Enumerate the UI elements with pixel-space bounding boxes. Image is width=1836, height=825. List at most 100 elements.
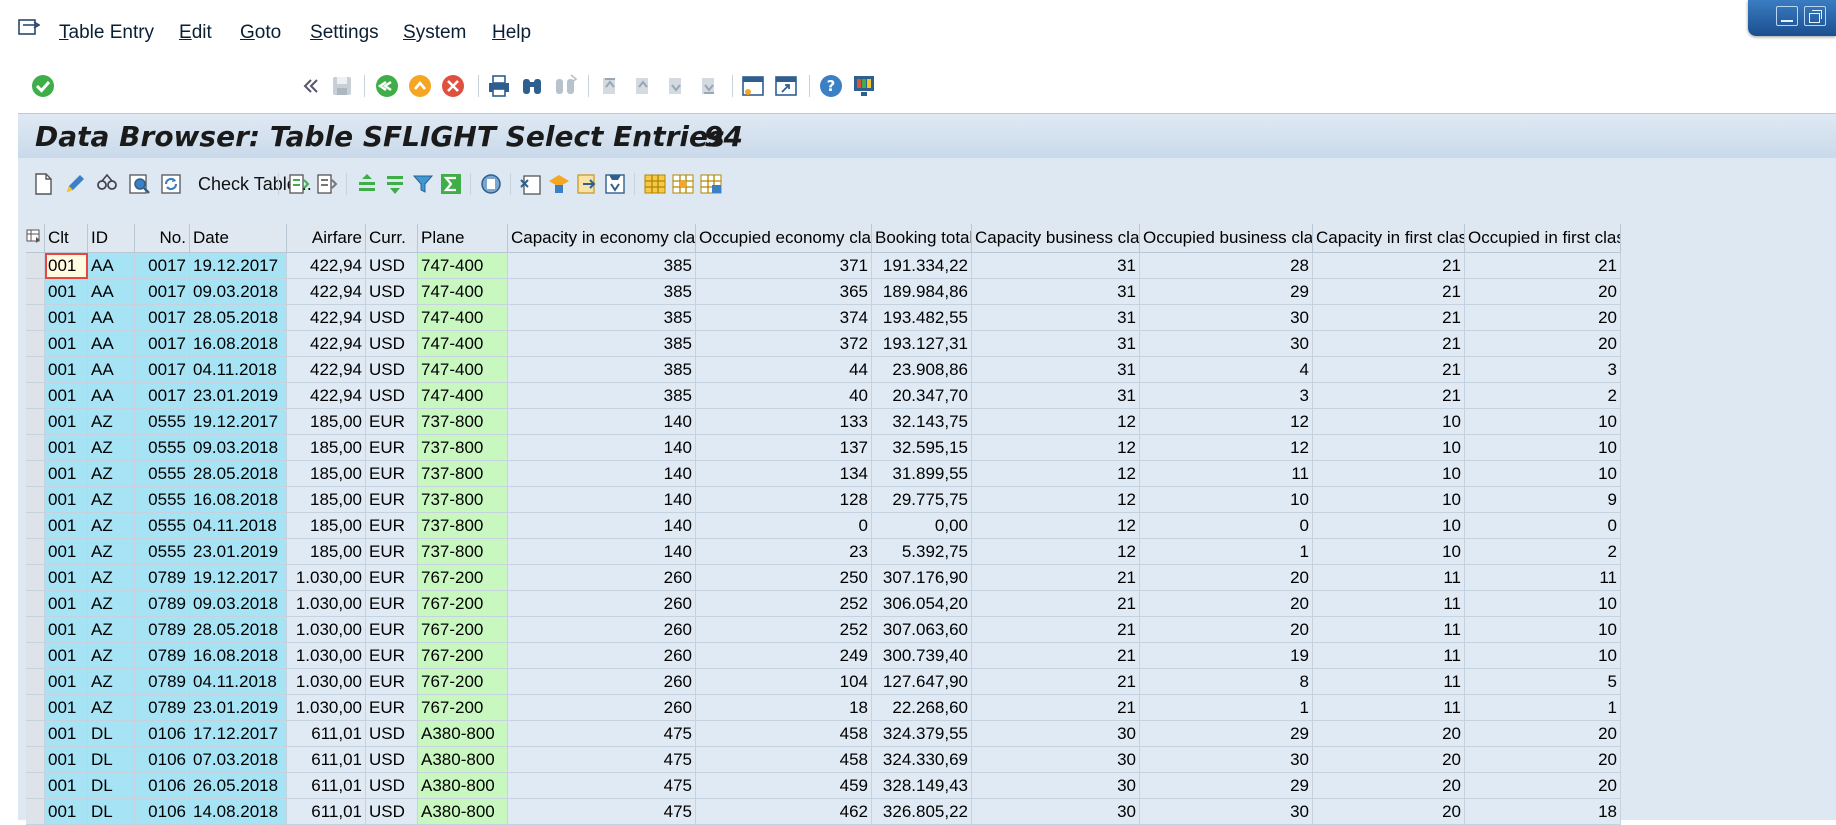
cell-occupied-economy-class[interactable]: 40 [695, 382, 872, 409]
total-icon[interactable] [438, 171, 464, 197]
row-selector[interactable] [26, 330, 45, 357]
cell-no[interactable]: 0789 [134, 642, 190, 669]
cell-curr[interactable]: EUR [365, 616, 418, 643]
menu-goto[interactable]: Goto [240, 22, 281, 44]
cell-plane[interactable]: 767-200 [417, 642, 508, 669]
cell-capacity-business-class[interactable]: 21 [971, 616, 1140, 643]
cell-curr[interactable]: EUR [365, 512, 418, 539]
mail-recipient-icon[interactable] [546, 171, 572, 197]
cell-id[interactable]: AZ [87, 564, 135, 591]
cell-id[interactable]: AZ [87, 512, 135, 539]
cell-capacity-in-economy-class[interactable]: 475 [507, 798, 696, 825]
cell-capacity-business-class[interactable]: 31 [971, 382, 1140, 409]
cell-plane[interactable]: 737-800 [417, 408, 508, 435]
cell-no[interactable]: 0106 [134, 746, 190, 773]
cell-occupied-business-class[interactable]: 29 [1139, 278, 1313, 305]
cell-plane[interactable]: 737-800 [417, 434, 508, 461]
cell-id[interactable]: AZ [87, 538, 135, 565]
cell-capacity-in-first-class[interactable]: 21 [1312, 356, 1465, 383]
cell-airfare[interactable]: 1.030,00 [286, 564, 366, 591]
cell-booking-total[interactable]: 22.268,60 [871, 694, 972, 721]
cell-no[interactable]: 0106 [134, 772, 190, 799]
cell-occupied-in-first-class[interactable]: 9 [1464, 486, 1621, 513]
menu-edit[interactable]: Edit [179, 22, 212, 44]
cell-occupied-business-class[interactable]: 29 [1139, 772, 1313, 799]
column-header-capacity-business-class[interactable]: Capacity business class [971, 224, 1140, 253]
cell-capacity-in-first-class[interactable]: 10 [1312, 460, 1465, 487]
menu-system[interactable]: System [403, 22, 466, 44]
cell-occupied-business-class[interactable]: 10 [1139, 486, 1313, 513]
column-header-clt[interactable]: Clt [44, 224, 88, 253]
cell-date[interactable]: 07.03.2018 [189, 746, 287, 773]
cell-capacity-business-class[interactable]: 21 [971, 642, 1140, 669]
cell-date[interactable]: 19.12.2017 [189, 252, 287, 279]
sort-down-icon[interactable] [382, 171, 408, 197]
next-page-icon[interactable] [662, 73, 688, 99]
cell-occupied-economy-class[interactable]: 250 [695, 564, 872, 591]
cell-occupied-in-first-class[interactable]: 20 [1464, 746, 1621, 773]
row-selector[interactable] [26, 720, 45, 747]
row-selector[interactable] [26, 746, 45, 773]
cell-occupied-business-class[interactable]: 12 [1139, 434, 1313, 461]
cell-occupied-in-first-class[interactable]: 2 [1464, 538, 1621, 565]
cell-plane[interactable]: A380-800 [417, 746, 508, 773]
column-header-booking-total[interactable]: Booking total [871, 224, 972, 253]
cell-date[interactable]: 16.08.2018 [189, 486, 287, 513]
row-selector[interactable] [26, 590, 45, 617]
cell-occupied-economy-class[interactable]: 252 [695, 616, 872, 643]
cell-plane[interactable]: 747-400 [417, 382, 508, 409]
cell-plane[interactable]: 747-400 [417, 330, 508, 357]
cell-plane[interactable]: 747-400 [417, 304, 508, 331]
cell-booking-total[interactable]: 193.127,31 [871, 330, 972, 357]
cell-id[interactable]: AA [87, 356, 135, 383]
cell-clt[interactable]: 001 [44, 642, 88, 669]
cell-capacity-business-class[interactable]: 12 [971, 512, 1140, 539]
cell-date[interactable]: 04.11.2018 [189, 668, 287, 695]
cell-id[interactable]: AA [87, 278, 135, 305]
cell-clt[interactable]: 001 [44, 694, 88, 721]
cell-date[interactable]: 19.12.2017 [189, 408, 287, 435]
cell-curr[interactable]: USD [365, 278, 418, 305]
row-selector[interactable] [26, 434, 45, 461]
cell-capacity-in-economy-class[interactable]: 140 [507, 434, 696, 461]
cell-capacity-business-class[interactable]: 31 [971, 356, 1140, 383]
cell-occupied-in-first-class[interactable]: 10 [1464, 616, 1621, 643]
cell-occupied-in-first-class[interactable]: 20 [1464, 278, 1621, 305]
cell-plane[interactable]: 737-800 [417, 460, 508, 487]
sort-ascending-icon[interactable] [286, 171, 312, 197]
cell-curr[interactable]: USD [365, 252, 418, 279]
cell-date[interactable]: 23.01.2019 [189, 538, 287, 565]
cell-capacity-in-economy-class[interactable]: 140 [507, 512, 696, 539]
cell-curr[interactable]: EUR [365, 642, 418, 669]
row-selector[interactable] [26, 538, 45, 565]
cell-clt[interactable]: 001 [44, 408, 88, 435]
cell-no[interactable]: 0555 [134, 538, 190, 565]
restore-icon[interactable] [1804, 6, 1826, 26]
cell-clt[interactable]: 001 [44, 564, 88, 591]
cell-airfare[interactable]: 422,94 [286, 252, 366, 279]
cell-date[interactable]: 16.08.2018 [189, 330, 287, 357]
cell-capacity-in-economy-class[interactable]: 140 [507, 538, 696, 565]
cell-capacity-business-class[interactable]: 30 [971, 772, 1140, 799]
cell-capacity-business-class[interactable]: 30 [971, 798, 1140, 825]
cell-clt[interactable]: 001 [44, 434, 88, 461]
cell-occupied-business-class[interactable]: 30 [1139, 798, 1313, 825]
shortcut-icon[interactable] [773, 73, 799, 99]
cell-capacity-in-first-class[interactable]: 11 [1312, 564, 1465, 591]
cell-curr[interactable]: EUR [365, 486, 418, 513]
cell-no[interactable]: 0106 [134, 798, 190, 825]
minimize-icon[interactable] [1776, 6, 1798, 26]
cell-clt[interactable]: 001 [44, 512, 88, 539]
cell-no[interactable]: 0789 [134, 694, 190, 721]
row-selector[interactable] [26, 772, 45, 799]
cell-curr[interactable]: USD [365, 382, 418, 409]
cell-occupied-business-class[interactable]: 8 [1139, 668, 1313, 695]
cell-booking-total[interactable]: 29.775,75 [871, 486, 972, 513]
cell-clt[interactable]: 001 [44, 668, 88, 695]
exit-icon[interactable] [407, 73, 433, 99]
cell-curr[interactable]: USD [365, 798, 418, 825]
cell-date[interactable]: 23.01.2019 [189, 694, 287, 721]
cell-booking-total[interactable]: 127.647,90 [871, 668, 972, 695]
cell-capacity-in-first-class[interactable]: 21 [1312, 382, 1465, 409]
cell-capacity-in-first-class[interactable]: 21 [1312, 278, 1465, 305]
